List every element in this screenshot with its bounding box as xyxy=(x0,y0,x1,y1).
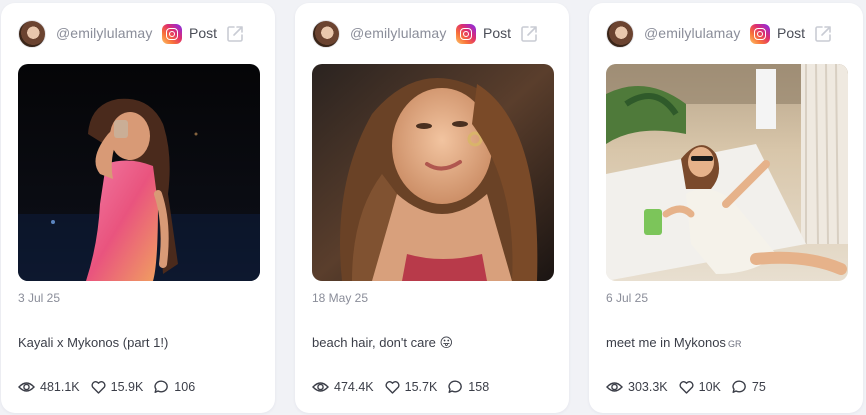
eye-icon xyxy=(606,382,623,392)
instagram-icon xyxy=(750,24,770,44)
creator-handle[interactable]: @emilylulamay xyxy=(350,25,446,41)
likes-count: 10K xyxy=(698,380,721,394)
comment-icon xyxy=(448,380,463,393)
caption-text: meet me in Mykonos xyxy=(606,335,726,350)
post-image[interactable] xyxy=(606,64,848,281)
heart-icon xyxy=(679,380,694,394)
views-stat: 481.1K xyxy=(18,380,80,394)
post-card[interactable]: @emilylulamay Post xyxy=(589,3,863,413)
likes-count: 15.7K xyxy=(404,380,438,394)
avatar[interactable] xyxy=(606,20,634,48)
likes-stat: 15.7K xyxy=(385,380,438,394)
external-link-icon[interactable] xyxy=(813,24,833,44)
views-stat: 474.4K xyxy=(312,380,374,394)
comments-stat: 158 xyxy=(448,380,489,394)
caption-text: beach hair, don't care 😛 xyxy=(312,335,454,350)
caption-location-tag: GR xyxy=(727,339,742,349)
comments-stat: 106 xyxy=(154,380,195,394)
post-type-label: Post xyxy=(483,25,512,41)
instagram-icon xyxy=(162,24,182,44)
likes-stat: 15.9K xyxy=(91,380,144,394)
comments-count: 75 xyxy=(751,380,766,394)
caption-text: Kayali x Mykonos (part 1!) xyxy=(18,335,169,350)
engagement-stats: 474.4K 15.7K 158 xyxy=(312,378,500,396)
card-header: @emilylulamay Post xyxy=(1,3,275,63)
post-date: 6 Jul 25 xyxy=(606,291,649,305)
avatar[interactable] xyxy=(312,20,340,48)
card-header: @emilylulamay Post xyxy=(295,3,569,63)
comments-count: 106 xyxy=(174,380,196,394)
creator-handle[interactable]: @emilylulamay xyxy=(56,25,152,41)
post-image[interactable] xyxy=(18,64,260,281)
post-card[interactable]: @emilylulamay Post xyxy=(1,3,275,413)
comment-icon xyxy=(732,380,746,393)
post-image[interactable] xyxy=(312,64,554,281)
views-count: 481.1K xyxy=(40,380,80,394)
post-card-list: @emilylulamay Post 3 Jul 25 Kayali x Myk… xyxy=(0,0,866,415)
heart-icon xyxy=(91,380,106,394)
post-card[interactable]: @emilylulamay Post xyxy=(295,3,569,413)
avatar[interactable] xyxy=(18,20,46,48)
post-caption: Kayali x Mykonos (part 1!) xyxy=(18,335,168,350)
eye-icon xyxy=(312,382,329,392)
views-count: 303.3K xyxy=(628,380,668,394)
heart-icon xyxy=(385,380,400,394)
comments-stat: 75 xyxy=(732,380,766,394)
views-count: 474.4K xyxy=(334,380,374,394)
likes-stat: 10K xyxy=(679,380,721,394)
post-type-label: Post xyxy=(189,25,218,41)
external-link-icon[interactable] xyxy=(519,24,539,44)
comments-count: 158 xyxy=(468,380,490,394)
post-date: 3 Jul 25 xyxy=(18,291,61,305)
card-header: @emilylulamay Post xyxy=(589,3,863,63)
engagement-stats: 481.1K 15.9K 106 xyxy=(18,378,206,396)
post-type-label: Post xyxy=(777,25,806,41)
post-caption: beach hair, don't care 😛 xyxy=(312,335,453,351)
external-link-icon[interactable] xyxy=(225,24,245,44)
engagement-stats: 303.3K 10K 75 xyxy=(606,378,777,396)
post-date: 18 May 25 xyxy=(312,291,369,305)
comment-icon xyxy=(154,380,169,393)
post-caption: meet me in Mykonos GR xyxy=(606,335,741,350)
instagram-icon xyxy=(456,24,476,44)
creator-handle[interactable]: @emilylulamay xyxy=(644,25,740,41)
eye-icon xyxy=(18,382,35,392)
views-stat: 303.3K xyxy=(606,380,668,394)
likes-count: 15.9K xyxy=(110,380,144,394)
